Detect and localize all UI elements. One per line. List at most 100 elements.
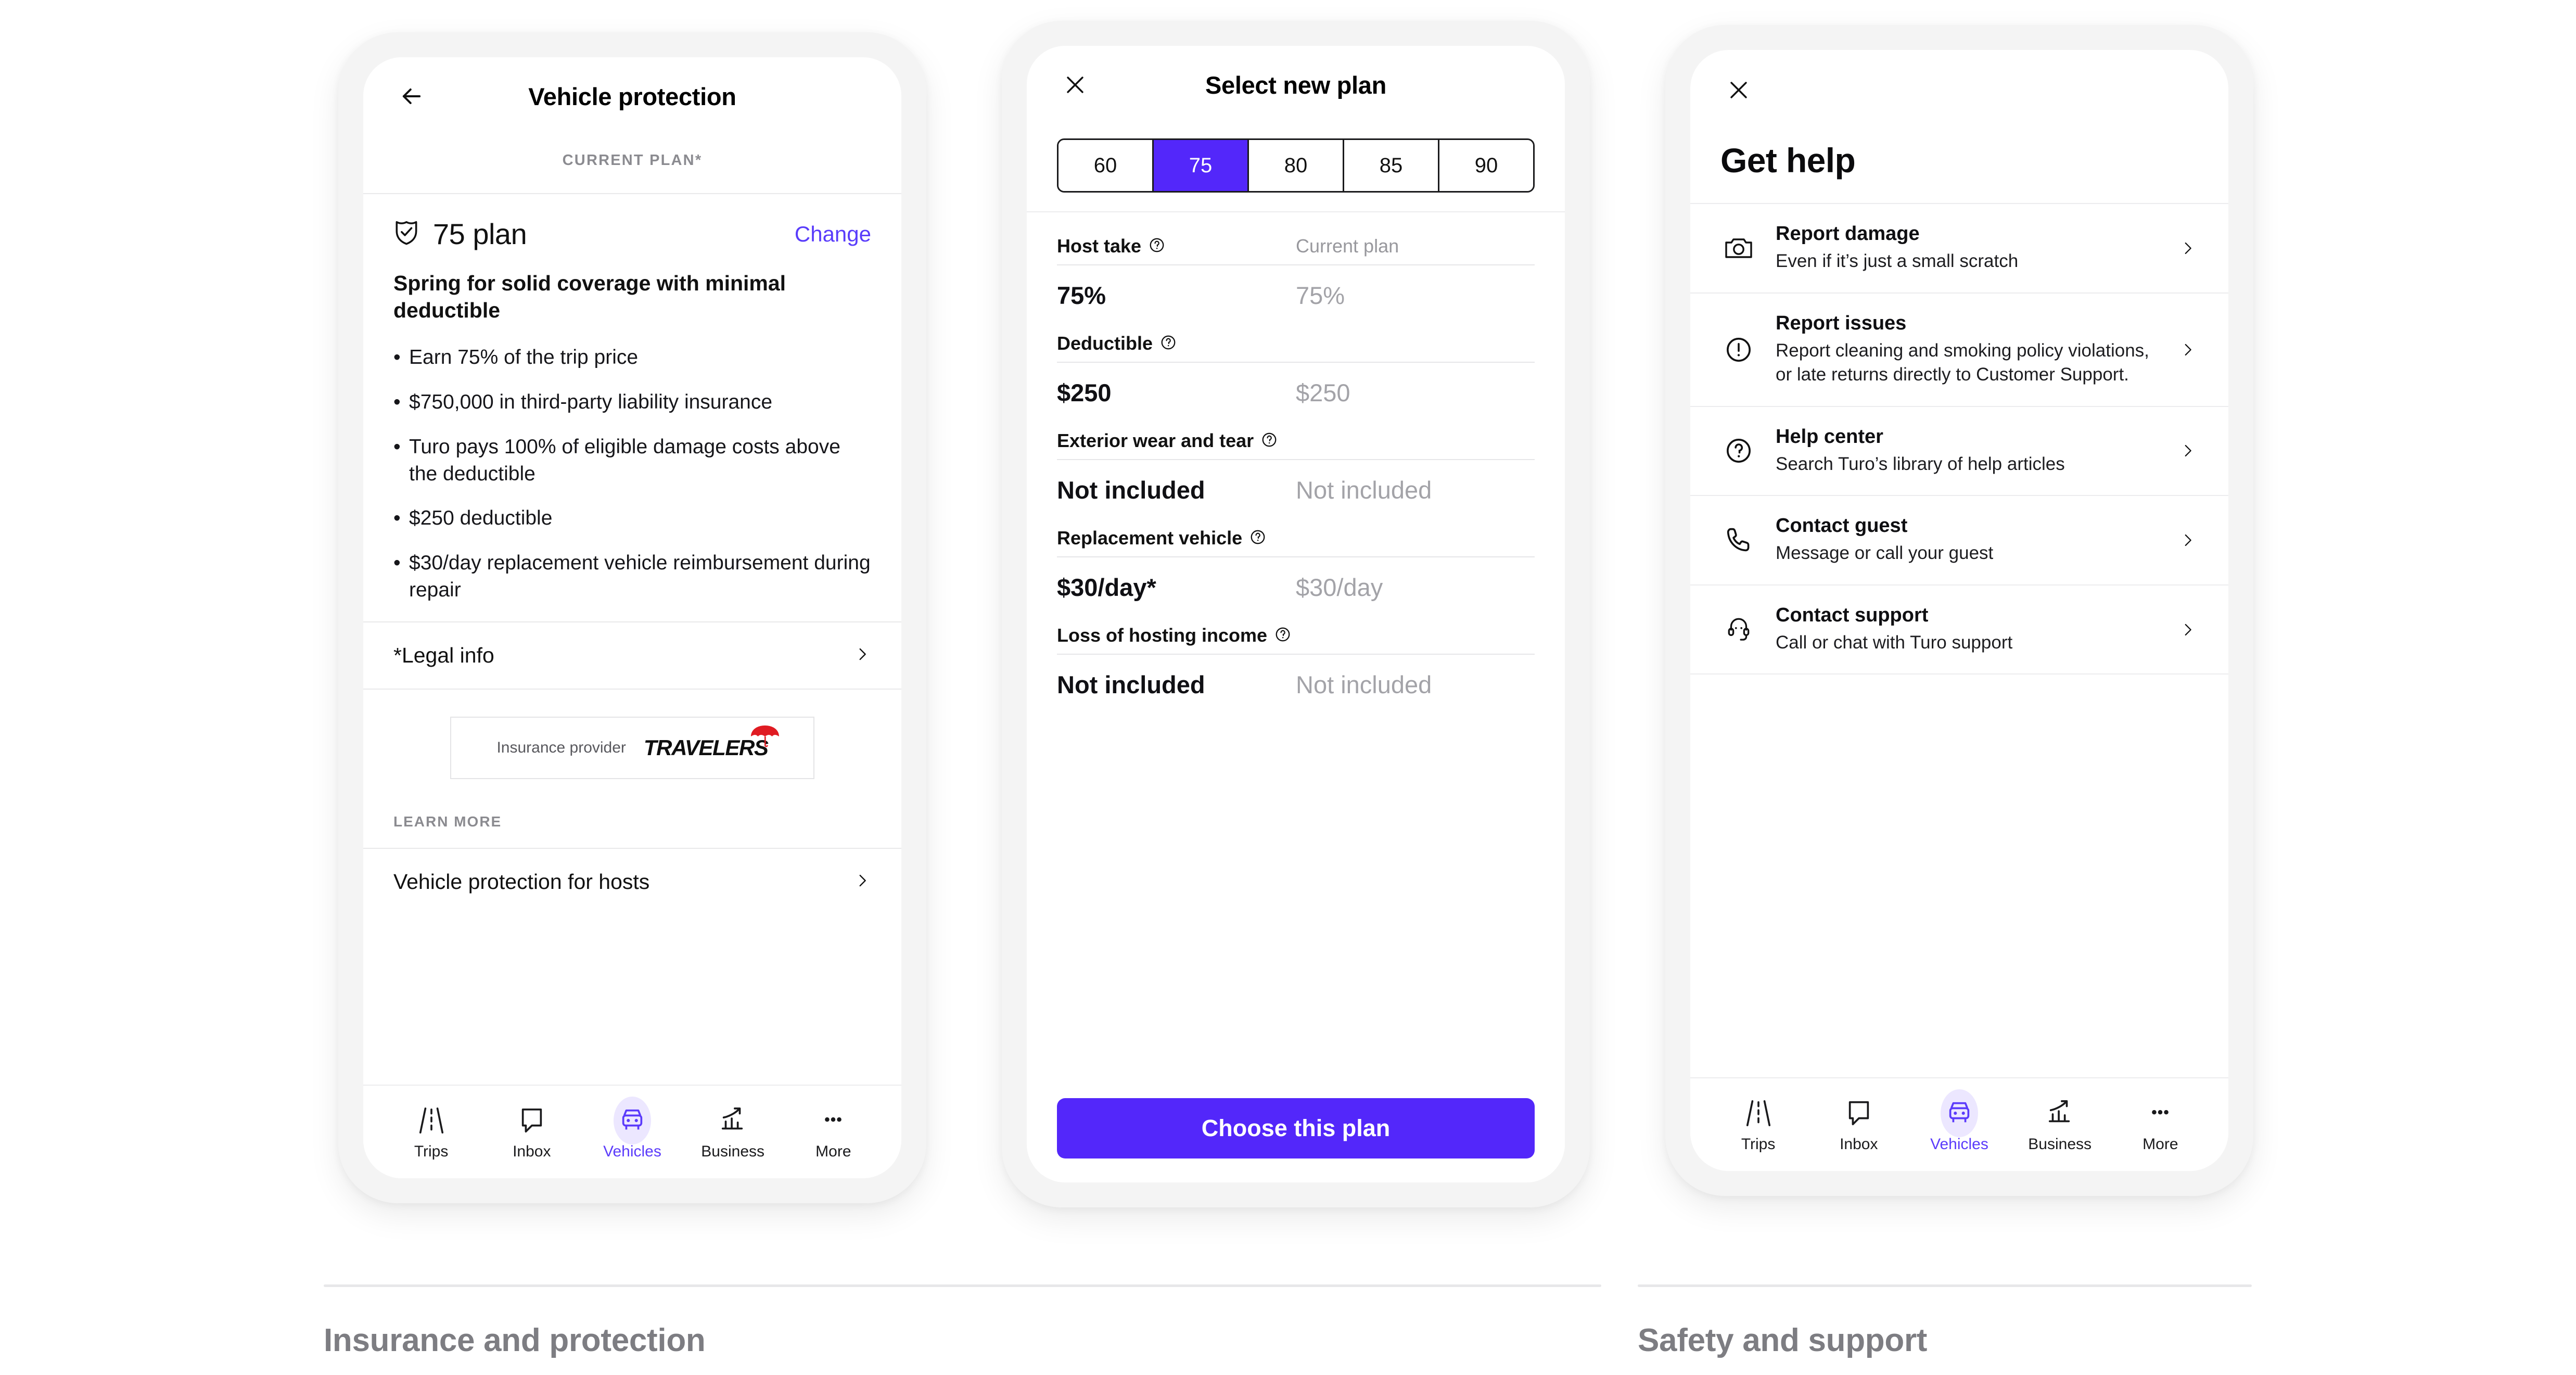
shield-check-icon: [393, 219, 419, 249]
tab-label: More: [815, 1143, 851, 1160]
column-header-current-plan: Current plan: [1296, 235, 1399, 257]
segment-85[interactable]: 85: [1344, 140, 1439, 191]
vehicle-protection-for-hosts-row[interactable]: Vehicle protection for hosts: [363, 849, 901, 915]
row-title: Host take: [1057, 235, 1142, 257]
list-item: • Turo pays 100% of eligible damage costs…: [393, 434, 871, 488]
tab-label: Vehicles: [1930, 1136, 1988, 1153]
help-options-list: Report damage Even if it’s just a small …: [1690, 203, 2228, 675]
list-item-text: Contact support Call or chat with Turo s…: [1776, 604, 2159, 655]
close-icon: [1063, 72, 1088, 97]
current-plan-value: 75%: [1296, 282, 1345, 309]
appbar-vehicle-protection: Vehicle protection: [363, 57, 901, 135]
row-header: Loss of hosting income: [1057, 625, 1535, 655]
plan-segment-control[interactable]: 60 75 80 85 90: [1057, 138, 1535, 193]
bullet-dot: •: [393, 390, 401, 413]
row-values: 75% 75%: [1057, 281, 1535, 310]
row-title: Deductible: [1057, 333, 1153, 354]
tab-more[interactable]: More: [784, 1103, 883, 1161]
back-button[interactable]: [393, 78, 430, 114]
screen-select-new-plan: Select new plan 60 75 80 85 90 Host take: [1027, 46, 1565, 1182]
tab-business[interactable]: Business: [683, 1103, 782, 1161]
red-umbrella-icon: [749, 724, 781, 750]
insurance-provider-section: Insurance provider TRAVELERS: [363, 690, 901, 810]
tab-trips[interactable]: Trips: [1709, 1096, 1808, 1153]
list-item-help-center[interactable]: Help center Search Turo’s library of hel…: [1690, 407, 2228, 496]
list-item-subtitle: Call or chat with Turo support: [1776, 632, 2013, 653]
section-label-learn-more: LEARN MORE: [393, 813, 502, 830]
list-item-title: Report issues: [1776, 312, 1907, 334]
list-item-title: Contact guest: [1776, 515, 1908, 537]
segment-90[interactable]: 90: [1439, 140, 1533, 191]
row-title: Exterior wear and tear: [1057, 430, 1254, 451]
phone-mockup-vehicle-protection: Vehicle protection CURRENT PLAN* 75 plan: [338, 32, 926, 1203]
list-item-contact-support[interactable]: Contact support Call or chat with Turo s…: [1690, 585, 2228, 675]
vehicle-protection-for-hosts-label: Vehicle protection for hosts: [393, 869, 650, 894]
bullet-dot: •: [393, 346, 401, 368]
section-caption-safety-and-support: Safety and support: [1638, 1322, 1928, 1358]
tab-label: Business: [2028, 1136, 2092, 1153]
car-front-icon: [1940, 1089, 1978, 1137]
close-button[interactable]: [1057, 67, 1093, 103]
list-item: • Earn 75% of the trip price: [393, 344, 871, 371]
row-header: Deductible: [1057, 333, 1535, 363]
phone-mockup-select-new-plan: Select new plan 60 75 80 85 90 Host take: [1002, 21, 1590, 1207]
plan-tagline: Spring for solid coverage with minimal d…: [393, 271, 786, 323]
plan-comparison-scroll[interactable]: Host take Current plan 75% 75% Deductibl…: [1027, 211, 1565, 1085]
tab-vehicles[interactable]: Vehicles: [583, 1097, 682, 1161]
bullet-dot: •: [393, 507, 401, 530]
choose-this-plan-button[interactable]: Choose this plan: [1057, 1098, 1535, 1158]
tab-trips[interactable]: Trips: [382, 1103, 481, 1161]
tab-vehicles[interactable]: Vehicles: [1910, 1089, 2009, 1153]
question-circle-icon[interactable]: [1249, 529, 1266, 548]
list-item-title: Help center: [1776, 425, 1883, 448]
question-circle-icon[interactable]: [1160, 334, 1177, 353]
close-button[interactable]: [1720, 72, 1757, 108]
segment-75[interactable]: 75: [1154, 140, 1249, 191]
road-icon: [1744, 1096, 1772, 1130]
tab-inbox[interactable]: Inbox: [482, 1103, 581, 1161]
list-item-title: Report damage: [1776, 223, 1920, 245]
comparison-row-exterior-wear-and-tear: Exterior wear and tear Not included Not …: [1057, 407, 1535, 504]
current-plan-value: $250: [1296, 379, 1350, 406]
list-item-contact-guest[interactable]: Contact guest Message or call your guest: [1690, 496, 2228, 585]
legal-info-row[interactable]: *Legal info: [363, 622, 901, 689]
plan-benefits-list: • Earn 75% of the trip price • $750,000 in…: [393, 344, 871, 604]
question-circle-icon[interactable]: [1261, 431, 1278, 451]
benefit-text: $750,000 in third-party liability insura…: [409, 390, 773, 413]
section-rule-right: [1638, 1284, 2252, 1287]
list-item-subtitle: Even if it’s just a small scratch: [1776, 251, 2019, 271]
list-item-subtitle: Search Turo’s library of help articles: [1776, 453, 2065, 474]
tab-label: Trips: [1741, 1136, 1776, 1153]
row-title: Replacement vehicle: [1057, 527, 1243, 549]
phone-mockup-get-help: Get help Report damage Even if it’s just…: [1665, 25, 2253, 1196]
list-item-report-issues[interactable]: Report issues Report cleaning and smokin…: [1690, 294, 2228, 407]
segment-60[interactable]: 60: [1059, 140, 1154, 191]
exclamation-circle-icon: [1720, 336, 1757, 364]
comparison-row-host-take: Host take Current plan 75% 75%: [1057, 212, 1535, 310]
row-values: Not included Not included: [1057, 670, 1535, 699]
insurance-provider-label: Insurance provider: [496, 739, 626, 756]
headset-agent-icon: [1720, 616, 1757, 644]
tab-label: Inbox: [513, 1143, 551, 1160]
scroll-fade-overlay: [1027, 1048, 1565, 1085]
chevron-right-icon: [2177, 531, 2198, 549]
tab-inbox[interactable]: Inbox: [1809, 1096, 1908, 1153]
tab-label: Trips: [414, 1143, 449, 1160]
change-plan-link[interactable]: Change: [795, 222, 871, 247]
segment-80[interactable]: 80: [1249, 140, 1344, 191]
cta-footer: Choose this plan: [1027, 1085, 1565, 1182]
new-plan-value: Not included: [1057, 671, 1205, 698]
plan-segment-control-wrap: 60 75 80 85 90: [1027, 124, 1565, 211]
section-label-current-plan: CURRENT PLAN*: [562, 152, 703, 169]
row-title: Loss of hosting income: [1057, 625, 1268, 646]
chevron-right-icon: [2177, 442, 2198, 460]
tab-label: Business: [701, 1143, 765, 1160]
tab-business[interactable]: Business: [2010, 1096, 2109, 1153]
chevron-right-icon: [853, 872, 871, 892]
question-circle-icon: [1720, 437, 1757, 465]
tab-more[interactable]: More: [2111, 1096, 2210, 1153]
section-rule-left: [324, 1284, 1601, 1287]
question-circle-icon[interactable]: [1274, 626, 1291, 645]
question-circle-icon[interactable]: [1149, 237, 1165, 256]
list-item-report-damage[interactable]: Report damage Even if it’s just a small …: [1690, 204, 2228, 294]
